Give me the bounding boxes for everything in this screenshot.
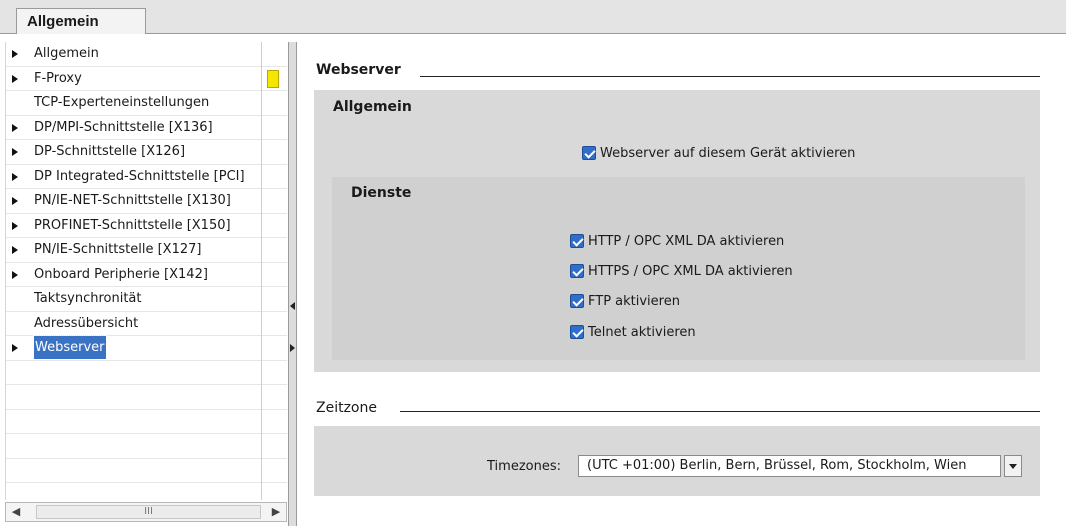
nav-empty-row	[6, 434, 287, 459]
nav-empty-row	[6, 361, 287, 385]
timezone-select[interactable]: (UTC +01:00) Berlin, Bern, Brüssel, Rom,…	[578, 455, 1001, 477]
nav-item-profinet-schnittstelle[interactable]: PROFINET-Schnittstelle [X150]	[6, 214, 287, 238]
nav-item-label: Onboard Peripherie [X142]	[34, 266, 208, 282]
panel-title-allgemein: Allgemein	[333, 99, 412, 115]
collapse-left-icon[interactable]	[290, 302, 295, 310]
checkbox-label: FTP aktivieren	[588, 294, 680, 309]
nav-item-label: Taktsynchronität	[34, 291, 142, 306]
panel-title-dienste: Dienste	[351, 185, 412, 201]
nav-item-allgemein[interactable]: Allgemein	[6, 42, 287, 67]
nav-empty-row	[6, 410, 287, 434]
checkbox-checked-icon[interactable]	[582, 146, 596, 160]
nav-item-webserver[interactable]: Webserver	[6, 335, 287, 361]
expand-arrow-icon[interactable]	[12, 221, 18, 230]
checkbox-checked-icon[interactable]	[570, 294, 584, 308]
scroll-right-icon[interactable]: ▶	[268, 504, 284, 520]
checkbox-checked-icon[interactable]	[570, 264, 584, 278]
section-divider	[420, 76, 1040, 77]
nav-item-onboard-peripherie[interactable]: Onboard Peripherie [X142]	[6, 263, 287, 287]
scroll-left-icon[interactable]: ◀	[8, 504, 24, 520]
nav-item-dp-schnittstelle[interactable]: DP-Schnittstelle [X126]	[6, 140, 287, 165]
expand-arrow-icon[interactable]	[12, 74, 18, 83]
nav-item-label: DP-Schnittstelle [X126]	[34, 144, 186, 159]
section-title-zeitzone: Zeitzone	[316, 400, 377, 416]
expand-arrow-icon[interactable]	[12, 148, 18, 156]
expand-arrow-icon[interactable]	[12, 246, 18, 254]
nav-empty-row	[6, 385, 287, 410]
section-divider	[400, 411, 1040, 412]
checkbox-label: Webserver auf diesem Gerät aktivieren	[600, 146, 856, 161]
tab-allgemein[interactable]: Allgemein	[16, 8, 146, 34]
nav-item-tcp-experteneinstellungen[interactable]: TCP-Experteneinstellungen	[6, 91, 287, 116]
scroll-thumb[interactable]: III	[36, 505, 261, 519]
checkbox-label: HTTPS / OPC XML DA aktivieren	[588, 264, 793, 279]
nav-item-taktsynchronitaet[interactable]: Taktsynchronität	[6, 287, 287, 312]
nav-empty-row	[6, 459, 287, 483]
checkbox-label: HTTP / OPC XML DA aktivieren	[588, 234, 785, 249]
pane-splitter[interactable]	[288, 42, 297, 526]
nav-item-f-proxy[interactable]: F-Proxy	[6, 67, 287, 91]
nav-column-divider	[261, 42, 262, 500]
expand-arrow-icon[interactable]	[12, 172, 18, 181]
nav-item-label: Webserver	[33, 335, 107, 360]
nav-item-dp-integrated-schnittstelle[interactable]: DP Integrated-Schnittstelle [PCI]	[6, 165, 287, 189]
nav-item-label: PROFINET-Schnittstelle [X150]	[34, 217, 231, 233]
tab-strip: Allgemein	[0, 0, 1066, 34]
expand-right-icon[interactable]	[290, 344, 295, 352]
nav-item-adressuebersicht[interactable]: Adressübersicht	[6, 312, 287, 336]
expand-arrow-icon[interactable]	[12, 123, 18, 132]
nav-item-label: Allgemein	[34, 46, 99, 61]
nav-item-dp-mpi-schnittstelle[interactable]: DP/MPI-Schnittstelle [X136]	[6, 116, 287, 140]
dropdown-button[interactable]	[1004, 455, 1022, 477]
expand-arrow-icon[interactable]	[12, 50, 18, 58]
timezones-label: Timezones:	[487, 459, 561, 474]
warning-marker-icon	[267, 70, 279, 88]
nav-item-pn-ie-schnittstelle[interactable]: PN/IE-Schnittstelle [X127]	[6, 238, 287, 263]
section-title-webserver: Webserver	[316, 62, 401, 78]
nav-item-label: PN/IE-NET-Schnittstelle [X130]	[34, 193, 231, 208]
nav-item-pn-ie-net-schnittstelle[interactable]: PN/IE-NET-Schnittstelle [X130]	[6, 189, 287, 214]
expand-arrow-icon[interactable]	[12, 270, 18, 279]
panel-webserver: Allgemein Webserver auf diesem Gerät akt…	[314, 90, 1040, 372]
nav-item-label: TCP-Experteneinstellungen	[34, 95, 210, 110]
nav-item-label: Adressübersicht	[34, 315, 139, 331]
expand-arrow-icon[interactable]	[12, 344, 18, 352]
expand-arrow-icon[interactable]	[12, 197, 18, 205]
nav-item-label: DP/MPI-Schnittstelle [X136]	[34, 119, 213, 135]
panel-dienste: Dienste HTTP / OPC XML DA aktivieren HTT…	[332, 177, 1025, 360]
nav-item-label: F-Proxy	[34, 70, 82, 86]
checkbox-checked-icon[interactable]	[570, 325, 584, 339]
chevron-down-icon	[1009, 464, 1017, 469]
nav-item-label: DP Integrated-Schnittstelle [PCI]	[34, 168, 245, 184]
horizontal-scrollbar[interactable]: ◀ III ▶	[5, 502, 287, 522]
checkbox-checked-icon[interactable]	[570, 234, 584, 248]
checkbox-label: Telnet aktivieren	[588, 325, 696, 340]
nav-item-label: PN/IE-Schnittstelle [X127]	[34, 242, 202, 257]
navigation-tree: Allgemein F-Proxy TCP-Experteneinstellun…	[5, 42, 287, 500]
